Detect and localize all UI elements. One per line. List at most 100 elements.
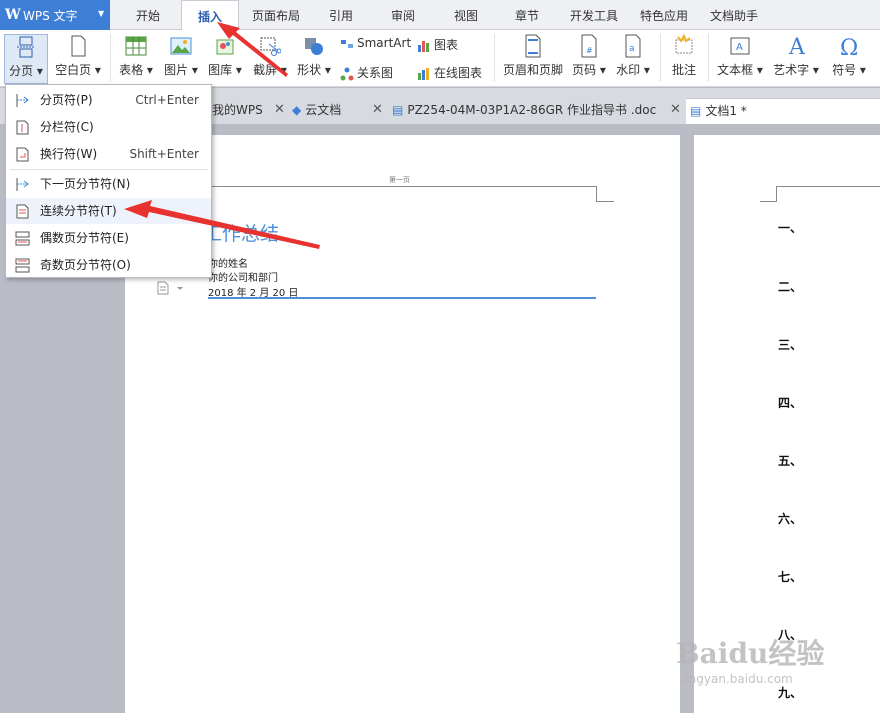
- menu-item-continuous-section-break[interactable]: 连续分节符(T): [6, 198, 211, 224]
- tab-page-layout[interactable]: 页面布局: [244, 0, 308, 30]
- margin-mark: [760, 201, 777, 202]
- menu-item-label: 下一页分节符(N): [40, 177, 131, 191]
- chevron-down-icon: ▼: [98, 9, 105, 18]
- picture-icon: [170, 37, 192, 55]
- outline-item[interactable]: 三、: [778, 336, 802, 353]
- svg-text:Ω: Ω: [840, 36, 858, 58]
- insert-ribbon: 分页 ▾ 空白页 ▾ 表格 ▾ 图片 ▾ 图库 ▾ 截屏 ▾ 形状 ▾ Smar…: [0, 30, 880, 87]
- outline-item[interactable]: 七、: [778, 568, 802, 585]
- online-chart-button[interactable]: 在线图表: [417, 64, 482, 82]
- watermark-button[interactable]: a 水印 ▾: [613, 34, 653, 84]
- picture-label: 图片: [164, 63, 189, 77]
- close-icon[interactable]: ✕: [274, 98, 285, 122]
- gallery-button[interactable]: 图库 ▾: [205, 34, 245, 84]
- outline-item[interactable]: 一、: [778, 219, 802, 236]
- gallery-label: 图库: [208, 63, 233, 77]
- document-page-2[interactable]: 一、 二、 三、 四、 五、 六、 七、 八、 九、: [694, 135, 880, 713]
- app-menu-button[interactable]: W WPS 文字 ▼: [0, 0, 110, 30]
- column-break-icon: [16, 120, 29, 135]
- svg-text:a: a: [629, 44, 635, 54]
- relationship-label: 关系图: [357, 66, 394, 80]
- scissors-icon: [260, 37, 281, 56]
- author-name[interactable]: 你的姓名: [208, 255, 248, 270]
- odd-page-section-icon: [15, 258, 30, 273]
- tab-chapter[interactable]: 章节: [504, 0, 550, 30]
- wordart-icon: A: [788, 35, 806, 58]
- doc-tab-label: PZ254-04M-03P1A2-86GR 作业指导书 .doc: [407, 103, 657, 117]
- textbox-button[interactable]: A 文本框 ▾: [714, 34, 766, 84]
- gallery-icon: [216, 39, 234, 55]
- tab-review[interactable]: 审阅: [380, 0, 426, 30]
- page-break-button[interactable]: 分页 ▾: [4, 34, 48, 84]
- picture-button[interactable]: 图片 ▾: [160, 34, 202, 84]
- menu-separator: [10, 169, 208, 170]
- menu-item-odd-page-section-break[interactable]: 奇数页分节符(O): [6, 252, 211, 278]
- textbox-label: 文本框: [717, 63, 754, 77]
- chart-button[interactable]: 图表: [417, 36, 458, 54]
- svg-text:A: A: [736, 42, 743, 53]
- menu-item-shortcut: Shift+Enter: [129, 147, 199, 161]
- header-text: 第一页: [389, 176, 410, 184]
- menu-item-even-page-section-break[interactable]: 偶数页分节符(E): [6, 225, 211, 251]
- tab-insert[interactable]: 插入: [181, 0, 239, 31]
- outline-item[interactable]: 四、: [778, 394, 802, 411]
- document-icon: ▤: [690, 104, 702, 118]
- tab-developer[interactable]: 开发工具: [563, 0, 625, 30]
- ribbon-separator: [708, 34, 709, 82]
- online-chart-label: 在线图表: [434, 66, 483, 80]
- menu-item-next-page-section-break[interactable]: 下一页分节符(N): [6, 171, 211, 197]
- tab-start[interactable]: 开始: [120, 0, 176, 30]
- page-number-label: 页码: [572, 63, 597, 77]
- ribbon-separator: [110, 34, 111, 82]
- menu-item-label: 奇数页分节符(O): [40, 258, 131, 272]
- shapes-button[interactable]: 形状 ▾: [294, 34, 334, 84]
- comment-icon: [675, 34, 693, 54]
- next-page-section-icon: [16, 178, 29, 191]
- doc-tab-cloud[interactable]: ◆ 云文档 ✕: [292, 98, 390, 124]
- menu-item-label: 连续分节符(T): [40, 204, 117, 218]
- menu-item-column-break[interactable]: 分栏符(C): [6, 114, 211, 140]
- menu-item-label: 分页符(P): [40, 93, 93, 107]
- wordart-button[interactable]: A 艺术字 ▾: [770, 34, 822, 84]
- close-icon[interactable]: ✕: [372, 98, 383, 122]
- screenshot-button[interactable]: 截屏 ▾: [250, 34, 290, 84]
- tab-view[interactable]: 视图: [443, 0, 489, 30]
- smartart-button[interactable]: SmartArt: [340, 36, 411, 54]
- tab-references[interactable]: 引用: [318, 0, 364, 30]
- even-page-section-icon: [15, 231, 30, 246]
- paragraph-options-icon[interactable]: [157, 281, 185, 295]
- doc-tab-my-wps[interactable]: 我的WPS ✕: [212, 98, 292, 124]
- doc-tab-document1[interactable]: ▤ 文档1 *: [686, 98, 880, 124]
- margin-mark: [596, 201, 614, 202]
- outline-item[interactable]: 九、: [778, 684, 802, 701]
- comment-button[interactable]: 批注: [666, 34, 702, 84]
- svg-text:A: A: [788, 35, 806, 58]
- blank-page-button[interactable]: 空白页 ▾: [52, 34, 104, 84]
- tab-features[interactable]: 特色应用: [633, 0, 695, 30]
- table-button[interactable]: 表格 ▾: [116, 34, 156, 84]
- document-title[interactable]: 工作总结: [203, 219, 279, 246]
- ribbon-separator: [494, 34, 495, 82]
- menu-item-line-break[interactable]: 换行符(W) Shift+Enter: [6, 141, 211, 167]
- relationship-diagram-button[interactable]: 关系图: [340, 64, 393, 82]
- menu-item-page-break[interactable]: 分页符(P) Ctrl+Enter: [6, 87, 211, 113]
- menu-item-label: 换行符(W): [40, 147, 98, 161]
- outline-item[interactable]: 二、: [778, 278, 802, 295]
- close-icon[interactable]: ✕: [670, 98, 681, 122]
- page-number-button[interactable]: # 页码 ▾: [570, 34, 608, 84]
- watermark-icon: a: [625, 34, 641, 58]
- wordart-label: 艺术字: [773, 63, 810, 77]
- outline-item[interactable]: 五、: [778, 452, 802, 469]
- menu-item-label: 偶数页分节符(E): [40, 231, 129, 245]
- margin-mark: [596, 186, 597, 202]
- app-name: WPS 文字: [23, 9, 78, 23]
- tab-doc-assistant[interactable]: 文档助手: [703, 0, 765, 30]
- shapes-label: 形状: [297, 63, 322, 77]
- symbol-button[interactable]: Ω 符号 ▾: [828, 34, 870, 84]
- company-department[interactable]: 你的公司和部门: [208, 269, 278, 284]
- header-footer-button[interactable]: 页眉和页脚: [500, 34, 566, 84]
- line-break-icon: [16, 147, 29, 162]
- outline-item[interactable]: 六、: [778, 510, 802, 527]
- doc-tab-pz254[interactable]: ▤ PZ254-04M-03P1A2-86GR 作业指导书 .doc ✕: [392, 98, 684, 124]
- svg-text:#: #: [586, 46, 593, 55]
